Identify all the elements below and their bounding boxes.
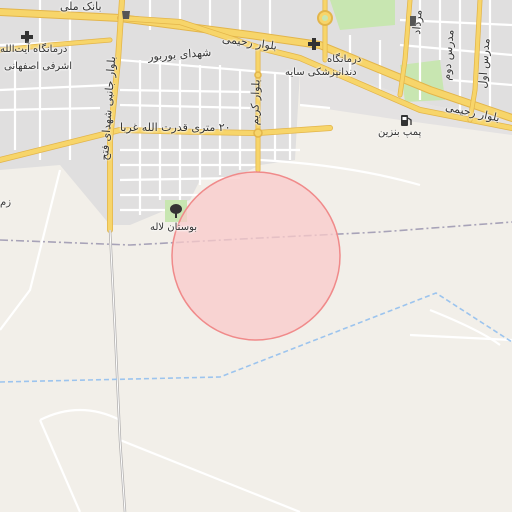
label-clinic-dental: درمانگاه [327, 54, 362, 65]
label-ashrafi-esfahani: اشرفی اصفهانی [4, 61, 73, 72]
label-street-v2: بلوار کریم [248, 79, 263, 126]
park-tree-icon[interactable] [169, 203, 183, 219]
label-dental-saye: دندانپزشکی سایه [285, 67, 357, 78]
junction-dot [253, 128, 263, 138]
label-park-laleh: بوستان لاله [150, 222, 198, 233]
label-clinic-ayatollah: درمانگاه آیت‌الله [0, 44, 68, 55]
shop-icon[interactable] [121, 8, 131, 20]
label-zam: زم [0, 197, 12, 208]
park-area [330, 0, 395, 30]
label-street-qodrat: ۲۰ متری قدرت الله غربا [120, 121, 231, 134]
map-view[interactable]: بانک ملی درمانگاه آیت‌الله اشرفی اصفهانی… [0, 0, 512, 512]
clinic-cross-icon[interactable] [308, 38, 320, 50]
fuel-pump-icon[interactable] [400, 113, 412, 127]
label-street-madares-1: مرداد [410, 9, 425, 35]
search-radius-circle [171, 171, 341, 341]
clinic-cross-icon[interactable] [21, 31, 33, 43]
map-canvas [0, 0, 512, 512]
label-gas-station: پمپ بنزین [378, 127, 422, 138]
label-bank-melli: بانک ملی [60, 0, 102, 13]
